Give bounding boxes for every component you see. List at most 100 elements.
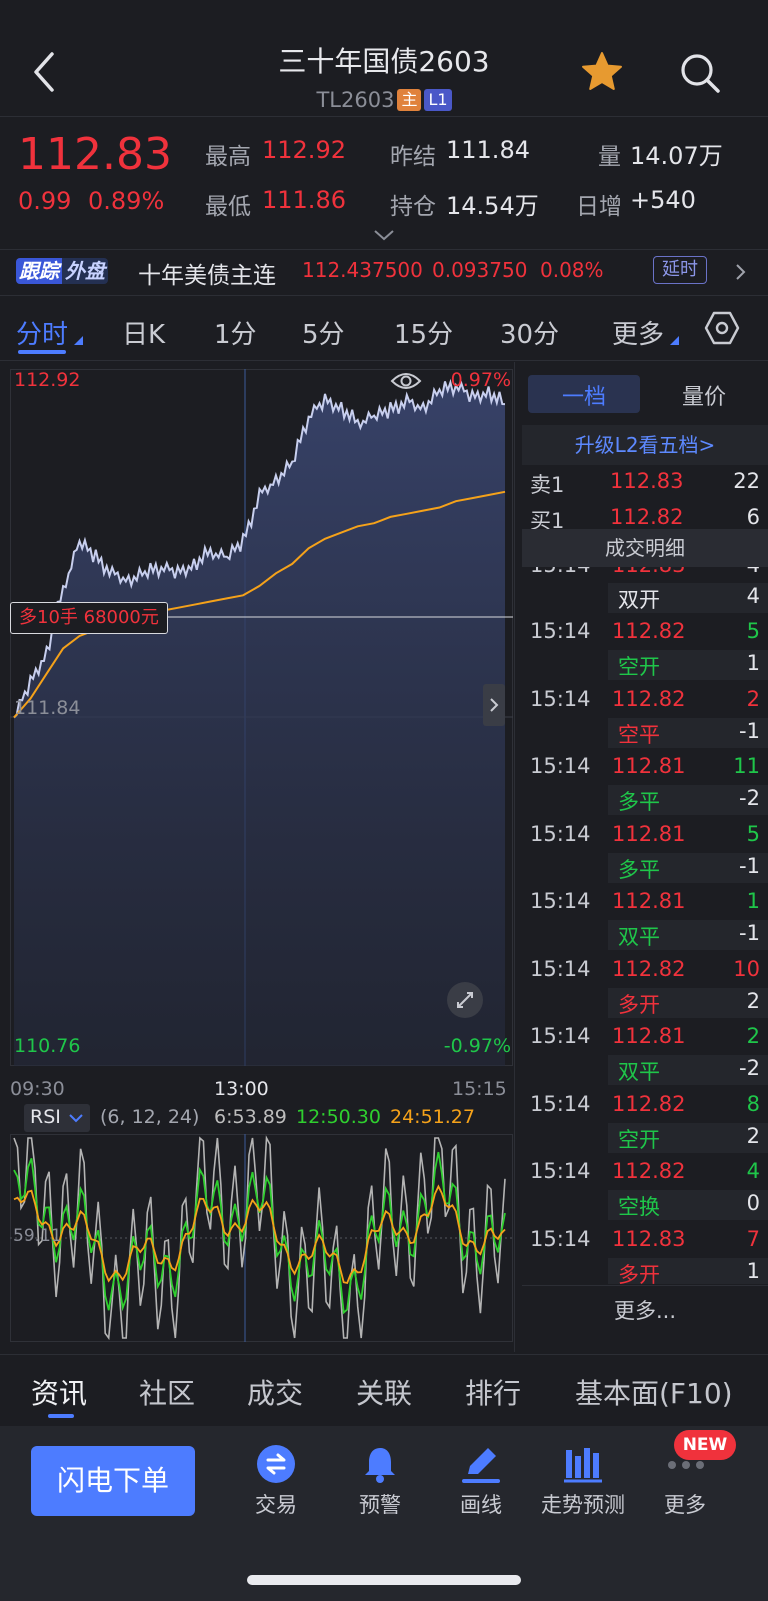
rsi-chart[interactable]: 59.11 [10, 1134, 513, 1342]
trade-time: 15:14 [530, 1226, 591, 1251]
more-trades-link[interactable]: 更多... [522, 1285, 768, 1336]
trade-type: 多平 [618, 857, 660, 882]
trade-delta: -1 [739, 718, 760, 743]
eye-icon[interactable] [390, 369, 422, 393]
indicator-selector[interactable]: RSI [24, 1104, 90, 1132]
position-tag[interactable]: 多10手 68000元 [10, 602, 168, 634]
tab-related[interactable]: 关联 [356, 1372, 412, 1412]
settings-hexagon-icon[interactable] [704, 310, 740, 346]
search-icon[interactable] [678, 51, 722, 95]
trade-type: 双开 [618, 588, 660, 612]
tracker-price: 112.437500 [302, 258, 423, 282]
star-icon[interactable] [580, 50, 624, 94]
trade-volume: 7 [746, 1226, 760, 1251]
divider [0, 360, 768, 361]
tab-5min[interactable]: 5分 [302, 314, 345, 351]
trades-title: 成交明细 [522, 529, 768, 567]
fullscreen-icon[interactable] [447, 982, 483, 1018]
period-tabs: 分时 日K 1分 5分 15分 30分 更多 [0, 296, 768, 360]
new-badge: NEW [674, 1430, 736, 1460]
trade-delta: 1 [746, 651, 760, 675]
trade-time: 15:14 [530, 821, 591, 846]
trade-volume: 2 [746, 686, 760, 711]
nav-alert[interactable]: 预警 [325, 1489, 435, 1519]
trade-delta: 0 [746, 1191, 760, 1215]
nav-trend-predict[interactable]: 走势预测 [528, 1489, 638, 1519]
tracker-badge-b: 外盘 [62, 258, 108, 284]
nav-draw[interactable]: 画线 [426, 1489, 536, 1519]
trade-time: 15:14 [530, 889, 591, 913]
rsi12-value: 12:50.30 [296, 1106, 381, 1128]
trade-type: 空开 [618, 655, 660, 679]
trade-price: 112.82 [612, 1159, 686, 1183]
trade-delta: 2 [746, 988, 760, 1013]
tab-intraday[interactable]: 分时 [16, 314, 68, 351]
trade-time: 15:14 [530, 956, 591, 981]
tab-1min[interactable]: 1分 [214, 314, 257, 351]
tab-volume-price[interactable]: 量价 [656, 379, 752, 411]
trade-row: 15:14 112.81 1 双平 -1 [522, 889, 768, 955]
trade-type: 双平 [618, 1060, 660, 1084]
page-title: 三十年国债2603 [278, 45, 490, 78]
chart-min-pct: -0.97% [443, 1035, 511, 1057]
trade-row: 15:14 112.81 5 多平 -1 [522, 822, 768, 888]
main-contract-tag: 主 [397, 89, 422, 111]
tab-news[interactable]: 资讯 [31, 1372, 87, 1412]
trade-delta: -2 [739, 786, 760, 810]
trade-time: 15:14 [530, 1091, 591, 1116]
trade-time: 15:14 [530, 754, 591, 778]
trade-volume: 1 [746, 889, 760, 913]
volume-label: 量 [598, 144, 621, 170]
upgrade-l2-link[interactable]: 升级L2看五档> [522, 425, 768, 465]
expand-chevron-icon[interactable] [372, 227, 396, 241]
trade-price: 112.83 [612, 1226, 686, 1251]
bell-icon[interactable] [360, 1444, 400, 1484]
chevron-down-icon [69, 1114, 83, 1123]
tracker-name: 十年美债主连 [138, 263, 276, 289]
trades-list: 15:14 112.83 4 双开 4 15:14112.825空开115:14… [522, 539, 768, 1284]
trade-type: 空换 [618, 1195, 660, 1219]
trade-nav-icon[interactable] [256, 1444, 296, 1484]
tab-15min[interactable]: 15分 [394, 314, 453, 351]
trade-volume: 5 [746, 821, 760, 846]
price-change: 0.99 [18, 187, 72, 215]
tab-fundamentals[interactable]: 基本面(F10) [575, 1372, 733, 1412]
trade-price: 112.81 [612, 889, 686, 913]
trade-delta: -2 [739, 1056, 760, 1080]
trade-type: 空平 [618, 722, 660, 747]
tab-ranking[interactable]: 排行 [465, 1372, 521, 1412]
trade-type: 空开 [618, 1127, 660, 1152]
tab-intraday-underline [18, 350, 66, 354]
trade-time: 15:14 [530, 1024, 591, 1048]
delay-badge: 延时 [653, 256, 707, 284]
rsi-mid-label: 59.11 [13, 1226, 62, 1246]
trend-predict-icon[interactable] [562, 1444, 604, 1484]
flash-order-button[interactable]: 闪电下单 [31, 1446, 195, 1516]
bid1-volume: 6 [746, 505, 760, 529]
trade-row: 15:14 112.82 5 空开 1 [522, 619, 768, 685]
tab-daily-k[interactable]: 日K [122, 314, 165, 351]
chart-min-label: 110.76 [14, 1035, 81, 1057]
tab-30min[interactable]: 30分 [500, 314, 559, 351]
pen-icon[interactable] [460, 1444, 502, 1484]
chevron-right-icon[interactable] [734, 263, 746, 281]
contract-code-line: TL2603 主 L1 [0, 88, 768, 112]
foreign-tracker-row[interactable]: 跟踪 外盘 十年美债主连 112.437500 0.093750 0.08% 延… [0, 250, 768, 294]
tracker-badge: 跟踪 外盘 [16, 258, 108, 284]
tab-news-underline [48, 1414, 74, 1418]
tab-community[interactable]: 社区 [139, 1372, 195, 1412]
trade-time: 15:14 [530, 1159, 591, 1183]
nav-trade[interactable]: 交易 [221, 1489, 331, 1519]
price-area [14, 381, 505, 1066]
header: 三十年国债2603 TL2603 主 L1 [0, 0, 768, 116]
nav-more[interactable]: 更多 [630, 1489, 740, 1519]
tab-more[interactable]: 更多 [612, 314, 664, 351]
chart-expand-arrow-icon[interactable] [483, 684, 505, 726]
intraday-chart[interactable]: 112.92 0.97% 111.84 110.76 -0.97% 多10手 6… [10, 369, 513, 1066]
level-tag: L1 [424, 89, 452, 111]
trade-delta: -1 [739, 921, 760, 945]
quote-panel: 112.83 0.99 0.89% 最高 112.92 最低 111.86 昨结… [0, 117, 768, 247]
time-label-close: 15:15 [452, 1078, 507, 1100]
tab-trades[interactable]: 成交 [247, 1372, 303, 1412]
chart-mid-label: 111.84 [14, 697, 81, 719]
